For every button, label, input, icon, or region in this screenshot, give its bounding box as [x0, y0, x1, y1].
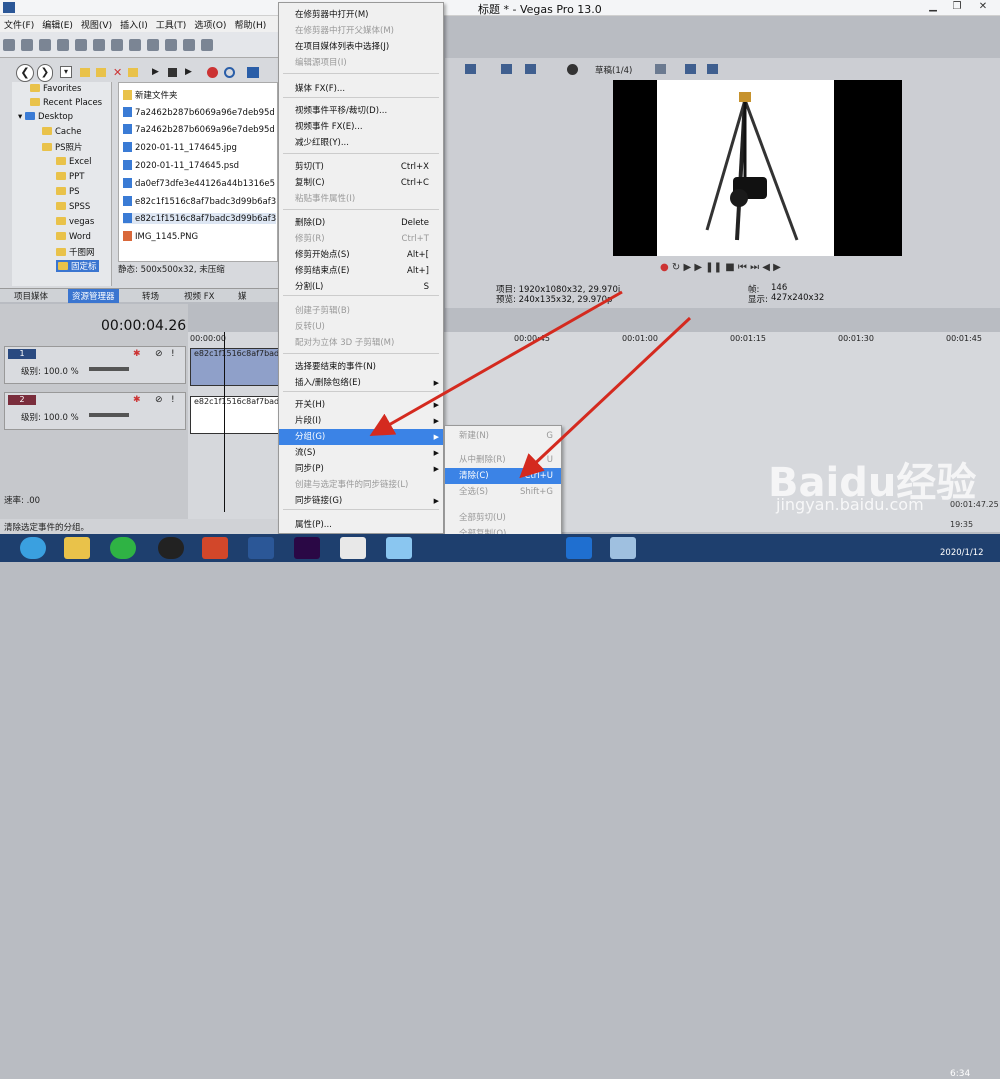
clock-date: 2020/1/12 [940, 548, 984, 558]
clock-time: 6:34 [950, 1069, 971, 1079]
tablet-icon[interactable] [566, 537, 592, 559]
arrow-to-clear [519, 316, 692, 479]
file-explorer-icon[interactable] [64, 537, 90, 559]
powerpoint-icon[interactable] [202, 537, 228, 559]
wechat-icon[interactable] [110, 537, 136, 559]
start-icon[interactable] [20, 537, 46, 559]
notes-icon[interactable] [610, 537, 636, 559]
taskbar: 6:34 2020/1/12 [0, 534, 1000, 1079]
arrow-to-group [369, 290, 623, 436]
premiere-icon[interactable] [294, 537, 320, 559]
app-icon[interactable] [340, 537, 366, 559]
bird-app-icon[interactable] [386, 537, 412, 559]
qq-icon[interactable] [158, 537, 184, 559]
watermark-url: jingyan.baidu.com [776, 495, 924, 514]
word-icon[interactable] [248, 537, 274, 559]
